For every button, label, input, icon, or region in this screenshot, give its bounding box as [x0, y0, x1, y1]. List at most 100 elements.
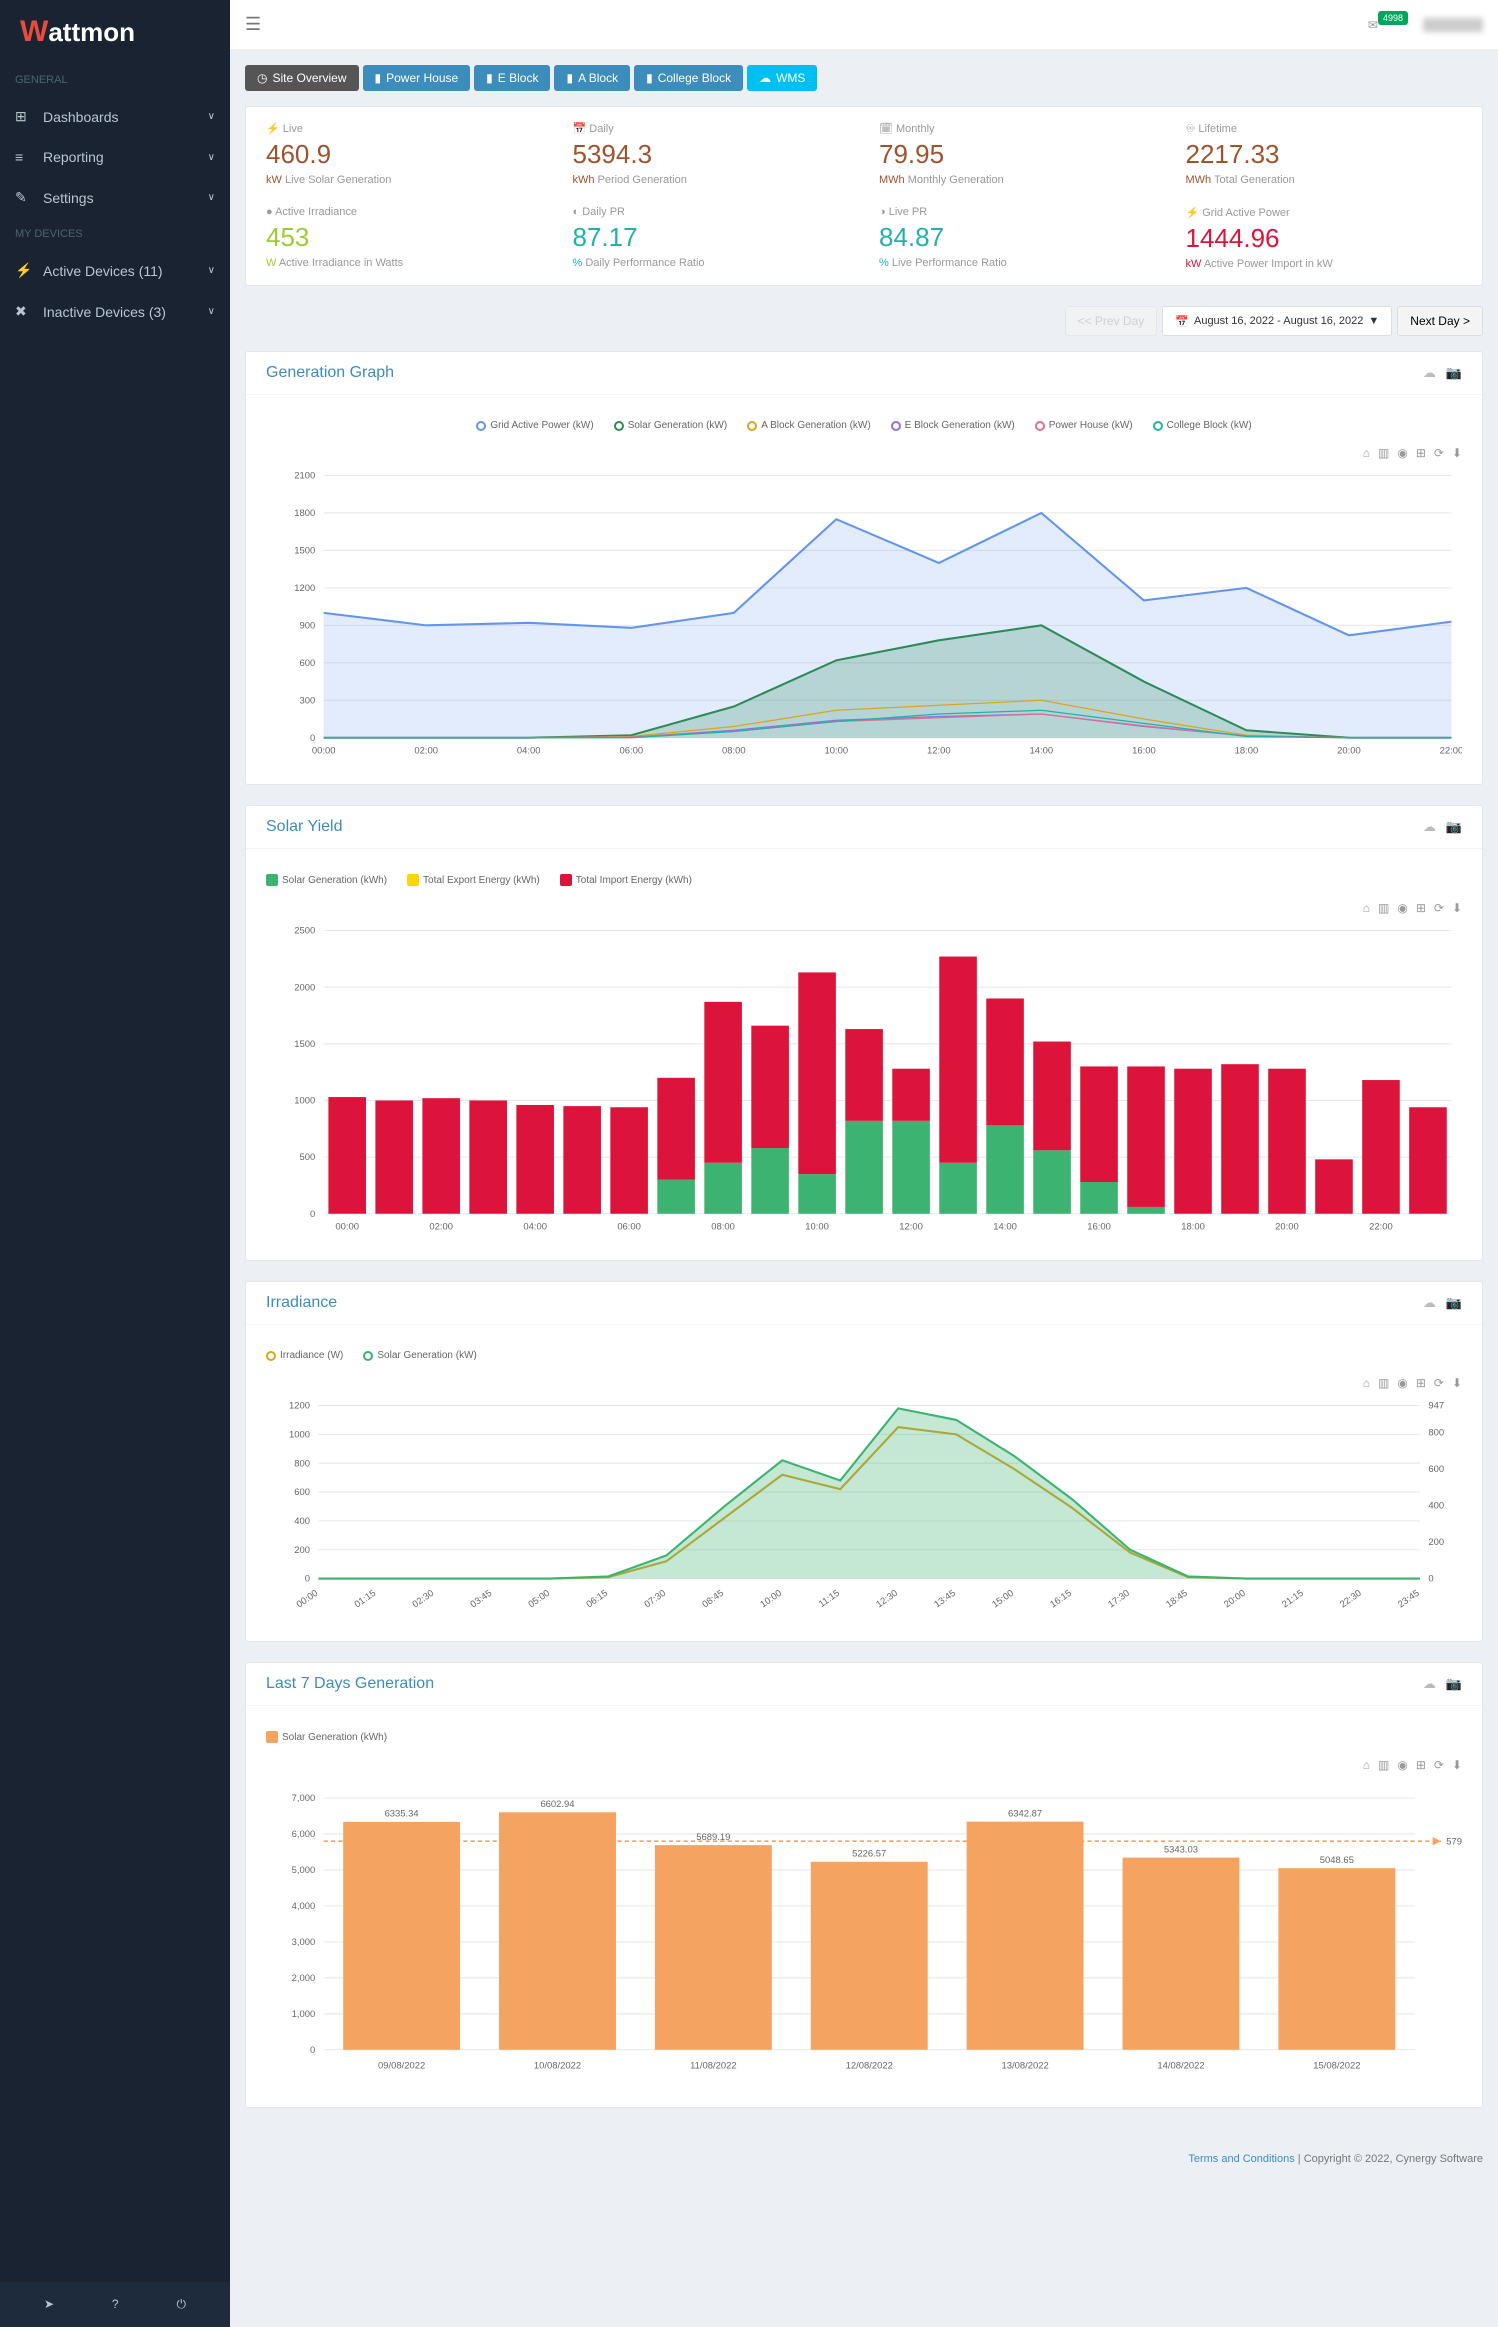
tab-power-house[interactable]: ▮ Power House — [363, 65, 471, 91]
tool-bar-icon[interactable]: ▥ — [1378, 446, 1389, 460]
tab-wms[interactable]: ☁ WMS — [747, 65, 817, 91]
irradiance-chart-panel: Irradiance ☁ 📷 Irradiance (W) Solar Generat… — [245, 1281, 1483, 1642]
date-range-picker[interactable]: 📅 August 16, 2022 - August 16, 2022 ▼ — [1162, 306, 1392, 336]
legend-item[interactable]: College Block (kW) — [1153, 420, 1252, 431]
sidebar-item[interactable]: ✎Settings∨ — [0, 177, 230, 218]
legend-item[interactable]: Irradiance (W) — [266, 1350, 343, 1361]
tool-grid-icon[interactable]: ⊞ — [1416, 446, 1426, 460]
legend-marker — [1035, 421, 1045, 431]
tool-bar-icon[interactable]: ▥ — [1378, 901, 1389, 915]
tab-e-block[interactable]: ▮ E Block — [474, 65, 550, 91]
legend-swatch — [560, 874, 572, 886]
legend-item[interactable]: Solar Generation (kW) — [614, 420, 727, 431]
stat-card: ⚡ Live460.9kW Live Solar Generation — [266, 122, 543, 186]
tool-download-icon[interactable]: ⬇ — [1452, 1376, 1462, 1390]
tab-a-block[interactable]: ▮ A Block — [554, 65, 630, 91]
tool-refresh-icon[interactable]: ⟳ — [1434, 446, 1444, 460]
mail-icon[interactable]: ✉4998 — [1368, 18, 1408, 32]
tab-icon: ▮ — [375, 71, 382, 85]
stat-sub: % Daily Performance Ratio — [573, 257, 850, 269]
tool-download-icon[interactable]: ⬇ — [1452, 1758, 1462, 1772]
chevron-down-icon: ∨ — [208, 111, 215, 122]
tool-home-icon[interactable]: ⌂ — [1363, 446, 1370, 460]
tool-bar-icon[interactable]: ▥ — [1378, 1376, 1389, 1390]
legend-item[interactable]: Solar Generation (kW) — [363, 1350, 476, 1361]
tab-icon: ◷ — [257, 71, 267, 85]
camera-icon[interactable]: 📷 — [1446, 1295, 1462, 1311]
svg-text:200: 200 — [294, 1545, 310, 1556]
nav-item-label: Inactive Devices (3) — [43, 304, 166, 320]
svg-text:2,000: 2,000 — [292, 1973, 316, 1984]
nav-item-icon: ✎ — [15, 189, 35, 206]
svg-text:09/08/2022: 09/08/2022 — [378, 2061, 425, 2072]
terms-link[interactable]: Terms and Conditions — [1188, 2153, 1294, 2165]
tool-download-icon[interactable]: ⬇ — [1452, 446, 1462, 460]
nav-item-icon: ⊞ — [15, 108, 35, 125]
svg-text:16:00: 16:00 — [1087, 1222, 1111, 1233]
tool-bar-icon[interactable]: ▥ — [1378, 1758, 1389, 1772]
tool-grid-icon[interactable]: ⊞ — [1416, 1758, 1426, 1772]
next-day-button[interactable]: Next Day > — [1397, 306, 1483, 336]
legend-item[interactable]: Grid Active Power (kW) — [476, 420, 593, 431]
tool-refresh-icon[interactable]: ⟳ — [1434, 901, 1444, 915]
legend-item[interactable]: Power House (kW) — [1035, 420, 1133, 431]
camera-icon[interactable]: 📷 — [1446, 365, 1462, 381]
legend-item[interactable]: E Block Generation (kW) — [891, 420, 1015, 431]
svg-text:18:00: 18:00 — [1181, 1222, 1205, 1233]
stat-label: 📅 Daily — [573, 122, 850, 135]
camera-icon[interactable]: 📷 — [1446, 819, 1462, 835]
tool-home-icon[interactable]: ⌂ — [1363, 1376, 1370, 1390]
sidebar-item[interactable]: ≡Reporting∨ — [0, 137, 230, 177]
chart-title-text: Irradiance — [266, 1294, 337, 1312]
tab-college-block[interactable]: ▮ College Block — [634, 65, 743, 91]
legend-item[interactable]: A Block Generation (kW) — [747, 420, 870, 431]
tool-globe-icon[interactable]: ◉ — [1397, 446, 1407, 460]
legend-item[interactable]: Total Export Energy (kWh) — [407, 874, 540, 886]
tool-grid-icon[interactable]: ⊞ — [1416, 901, 1426, 915]
svg-text:10:00: 10:00 — [758, 1588, 784, 1611]
tool-download-icon[interactable]: ⬇ — [1452, 901, 1462, 915]
svg-text:10:00: 10:00 — [825, 745, 849, 756]
hamburger-icon[interactable]: ☰ — [245, 14, 261, 35]
download-icon[interactable]: ☁ — [1423, 819, 1436, 835]
prev-day-button[interactable]: << Prev Day — [1065, 306, 1158, 336]
power-icon[interactable]: ⏻ — [177, 2297, 187, 2312]
sidebar-footer: ➤ ? ⏻ — [0, 2282, 230, 2327]
svg-text:5226.57: 5226.57 — [852, 1849, 886, 1860]
svg-text:6342.87: 6342.87 — [1008, 1809, 1042, 1820]
date-nav: << Prev Day 📅 August 16, 2022 - August 1… — [245, 306, 1483, 336]
tool-globe-icon[interactable]: ◉ — [1397, 901, 1407, 915]
svg-text:02:00: 02:00 — [414, 745, 438, 756]
tab-site-overview[interactable]: ◷ Site Overview — [245, 65, 359, 91]
svg-text:22:30: 22:30 — [1338, 1588, 1364, 1611]
svg-text:0: 0 — [305, 1574, 310, 1585]
legend-item[interactable]: Solar Generation (kWh) — [266, 1731, 387, 1743]
tool-home-icon[interactable]: ⌂ — [1363, 1758, 1370, 1772]
download-icon[interactable]: ☁ — [1423, 1295, 1436, 1311]
tab-icon: ▮ — [566, 71, 573, 85]
stat-sub: kWh Period Generation — [573, 174, 850, 186]
user-name-blurred[interactable] — [1423, 18, 1483, 32]
tool-grid-icon[interactable]: ⊞ — [1416, 1376, 1426, 1390]
stat-sub: MWh Total Generation — [1186, 174, 1463, 186]
tool-refresh-icon[interactable]: ⟳ — [1434, 1758, 1444, 1772]
legend-item[interactable]: Solar Generation (kWh) — [266, 874, 387, 886]
nav-icon[interactable]: ➤ — [44, 2297, 54, 2312]
stat-label: ⚡ Live — [266, 122, 543, 135]
tool-refresh-icon[interactable]: ⟳ — [1434, 1376, 1444, 1390]
download-icon[interactable]: ☁ — [1423, 1676, 1436, 1692]
download-icon[interactable]: ☁ — [1423, 365, 1436, 381]
sidebar-item[interactable]: ✖Inactive Devices (3)∨ — [0, 291, 230, 332]
tool-globe-icon[interactable]: ◉ — [1397, 1376, 1407, 1390]
svg-text:7,000: 7,000 — [292, 1793, 316, 1804]
svg-text:03:45: 03:45 — [468, 1588, 494, 1611]
legend-item[interactable]: Total Import Energy (kWh) — [560, 874, 692, 886]
tool-home-icon[interactable]: ⌂ — [1363, 901, 1370, 915]
svg-text:22:00: 22:00 — [1440, 745, 1462, 756]
camera-icon[interactable]: 📷 — [1446, 1676, 1462, 1692]
help-icon[interactable]: ? — [112, 2297, 119, 2312]
sidebar-item[interactable]: ⚡Active Devices (11)∨ — [0, 250, 230, 291]
sidebar-item[interactable]: ⊞Dashboards∨ — [0, 96, 230, 137]
tool-globe-icon[interactable]: ◉ — [1397, 1758, 1407, 1772]
svg-text:2000: 2000 — [294, 983, 315, 994]
